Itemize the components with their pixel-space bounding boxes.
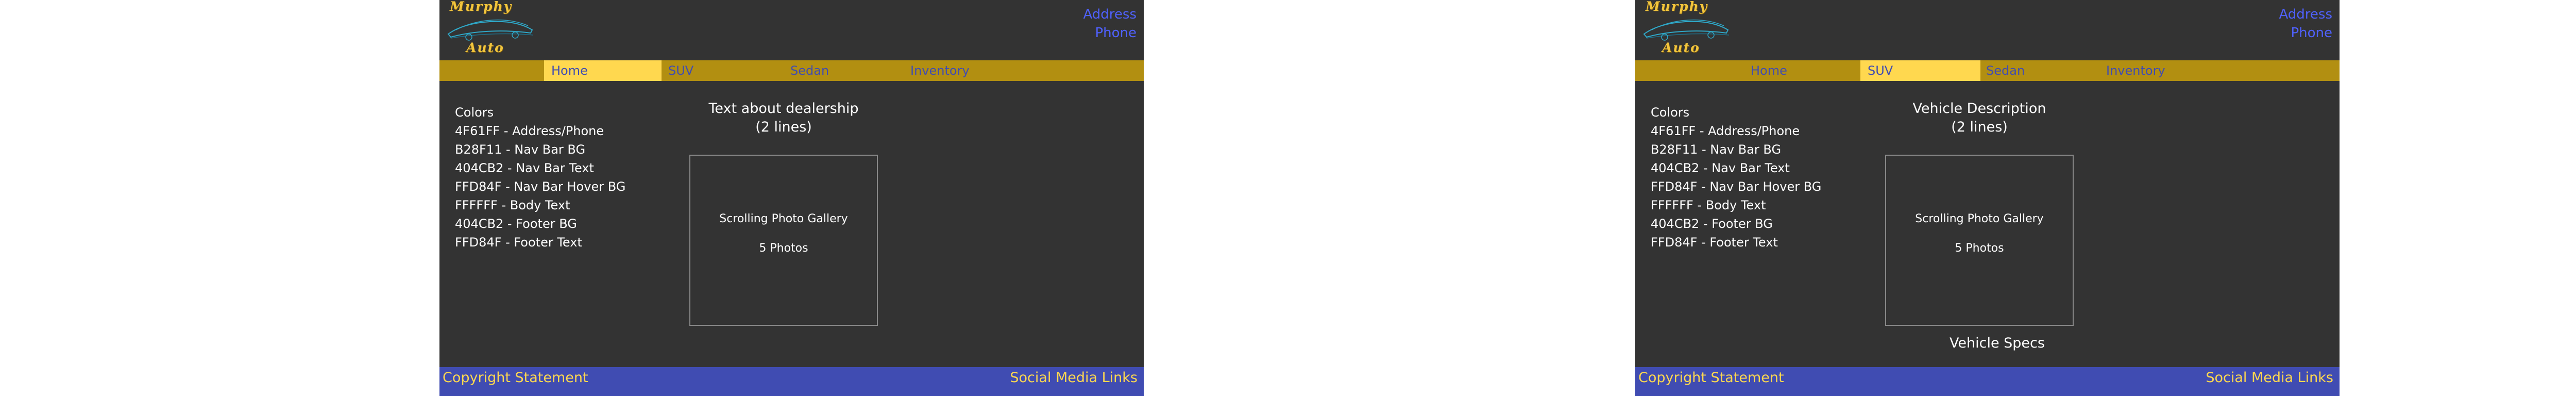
dealership-text: Text about dealership (2 lines): [660, 100, 907, 137]
gallery-label: Scrolling Photo Gallery: [719, 212, 848, 225]
wireframe-home-page: Murphy Auto Address Phone Home SUV Sedan…: [439, 0, 1144, 396]
dealership-text-line1: Text about dealership: [708, 101, 859, 117]
color-legend-item: 404CB2 - Nav Bar Text: [455, 161, 594, 175]
photo-gallery[interactable]: Scrolling Photo Gallery 5 Photos: [689, 155, 878, 326]
social-media-links[interactable]: Social Media Links: [1010, 367, 1138, 389]
photo-gallery[interactable]: Scrolling Photo Gallery 5 Photos: [1885, 155, 2074, 326]
color-legend-item: 404CB2 - Footer BG: [1651, 217, 1773, 231]
gallery-label: Scrolling Photo Gallery: [1915, 212, 2044, 225]
address-text: Address: [2279, 7, 2332, 22]
color-legend-item: FFD84F - Footer Text: [1651, 235, 1778, 250]
logo[interactable]: Murphy Auto: [1641, 0, 1730, 61]
vehicle-description-line1: Vehicle Description: [1912, 101, 2046, 117]
color-legend-item: FFD84F - Nav Bar Hover BG: [1651, 179, 1822, 194]
vehicle-description: Vehicle Description (2 lines): [1856, 100, 2103, 137]
color-legend-item: 4F61FF - Address/Phone: [1651, 124, 1800, 138]
wireframe-suv-page: Murphy Auto Address Phone Home SUV Sedan…: [1635, 0, 2340, 396]
logo-text-line2: Auto: [1662, 40, 1700, 55]
footer: Copyright Statement Social Media Links: [439, 367, 1144, 396]
color-legend-item: FFD84F - Footer Text: [455, 235, 582, 250]
nav-item-suv[interactable]: SUV: [1860, 60, 1980, 81]
vehicle-description-line2: (2 lines): [1951, 119, 2008, 135]
color-legend-title: Colors: [1651, 105, 1690, 120]
phone-text: Phone: [2291, 25, 2332, 41]
color-legend-item: B28F11 - Nav Bar BG: [455, 142, 586, 157]
nav-bar: Home SUV Sedan Inventory: [439, 60, 1144, 81]
color-legend-item: 4F61FF - Address/Phone: [455, 124, 604, 138]
logo[interactable]: Murphy Auto: [446, 0, 534, 61]
address-phone-block: Address Phone: [1083, 5, 1137, 42]
nav-item-inventory[interactable]: Inventory: [2099, 60, 2173, 81]
address-phone-block: Address Phone: [2279, 5, 2332, 42]
vehicle-specs: Vehicle Specs: [1950, 335, 2045, 351]
copyright-statement: Copyright Statement: [443, 370, 588, 386]
nav-item-home[interactable]: Home: [1743, 60, 1794, 81]
color-legend-item: FFFFFF - Body Text: [455, 198, 570, 212]
color-legend-title: Colors: [455, 105, 494, 120]
social-media-links[interactable]: Social Media Links: [2206, 367, 2333, 389]
nav-item-inventory[interactable]: Inventory: [903, 60, 977, 81]
address-text: Address: [1083, 7, 1137, 22]
nav-item-suv[interactable]: SUV: [661, 60, 701, 81]
gallery-count: 5 Photos: [1955, 242, 2004, 255]
copyright-statement: Copyright Statement: [1638, 370, 1784, 386]
phone-text: Phone: [1095, 25, 1137, 41]
footer: Copyright Statement Social Media Links: [1635, 367, 2340, 396]
color-legend-item: B28F11 - Nav Bar BG: [1651, 142, 1782, 157]
nav-bar: Home SUV Sedan Inventory: [1635, 60, 2340, 81]
nav-item-sedan[interactable]: Sedan: [783, 60, 836, 81]
logo-text-line2: Auto: [466, 40, 504, 55]
logo-text-line1: Murphy: [1646, 0, 1708, 14]
nav-item-sedan[interactable]: Sedan: [1979, 60, 2032, 81]
color-legend-item: FFFFFF - Body Text: [1651, 198, 1766, 212]
nav-item-home[interactable]: Home: [544, 60, 662, 81]
color-legend-item: 404CB2 - Footer BG: [455, 217, 577, 231]
gallery-count: 5 Photos: [759, 242, 808, 255]
color-legend-item: FFD84F - Nav Bar Hover BG: [455, 179, 626, 194]
logo-text-line1: Murphy: [450, 0, 513, 14]
color-legend: Colors 4F61FF - Address/Phone B28F11 - N…: [455, 103, 625, 252]
dealership-text-line2: (2 lines): [755, 119, 812, 135]
color-legend: Colors 4F61FF - Address/Phone B28F11 - N…: [1651, 103, 1821, 252]
color-legend-item: 404CB2 - Nav Bar Text: [1651, 161, 1790, 175]
